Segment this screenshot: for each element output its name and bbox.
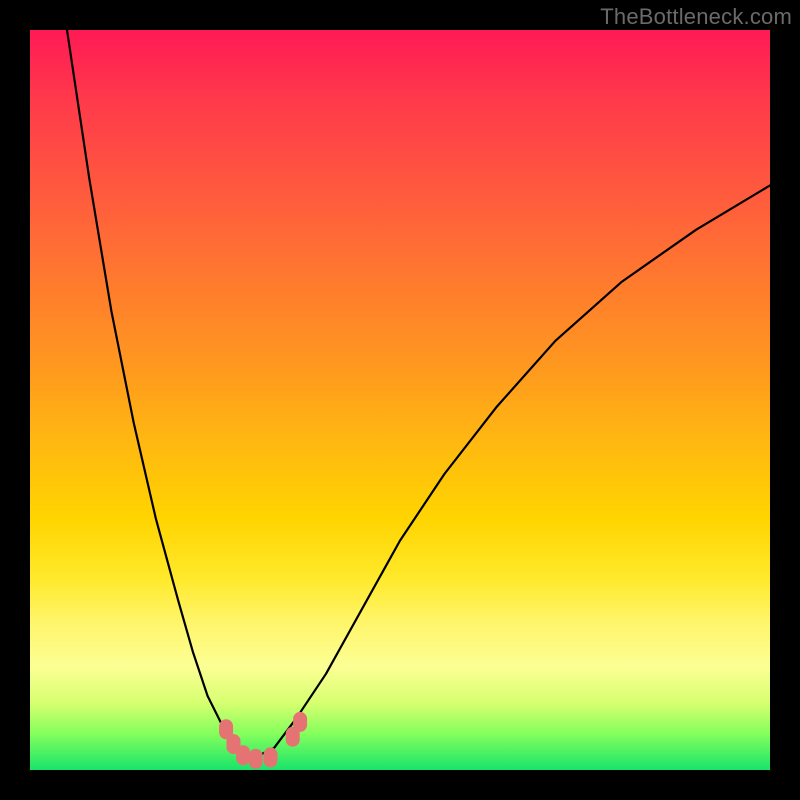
chart-frame: TheBottleneck.com [0, 0, 800, 800]
marker-group [219, 712, 307, 769]
valley-marker [236, 745, 250, 765]
curve-left-branch [67, 30, 252, 759]
valley-marker [249, 749, 263, 769]
watermark-text: TheBottleneck.com [600, 4, 792, 30]
valley-marker [293, 712, 307, 732]
valley-marker [264, 747, 278, 767]
curve-right-branch [252, 185, 770, 759]
plot-area [30, 30, 770, 770]
curve-layer [30, 30, 770, 770]
